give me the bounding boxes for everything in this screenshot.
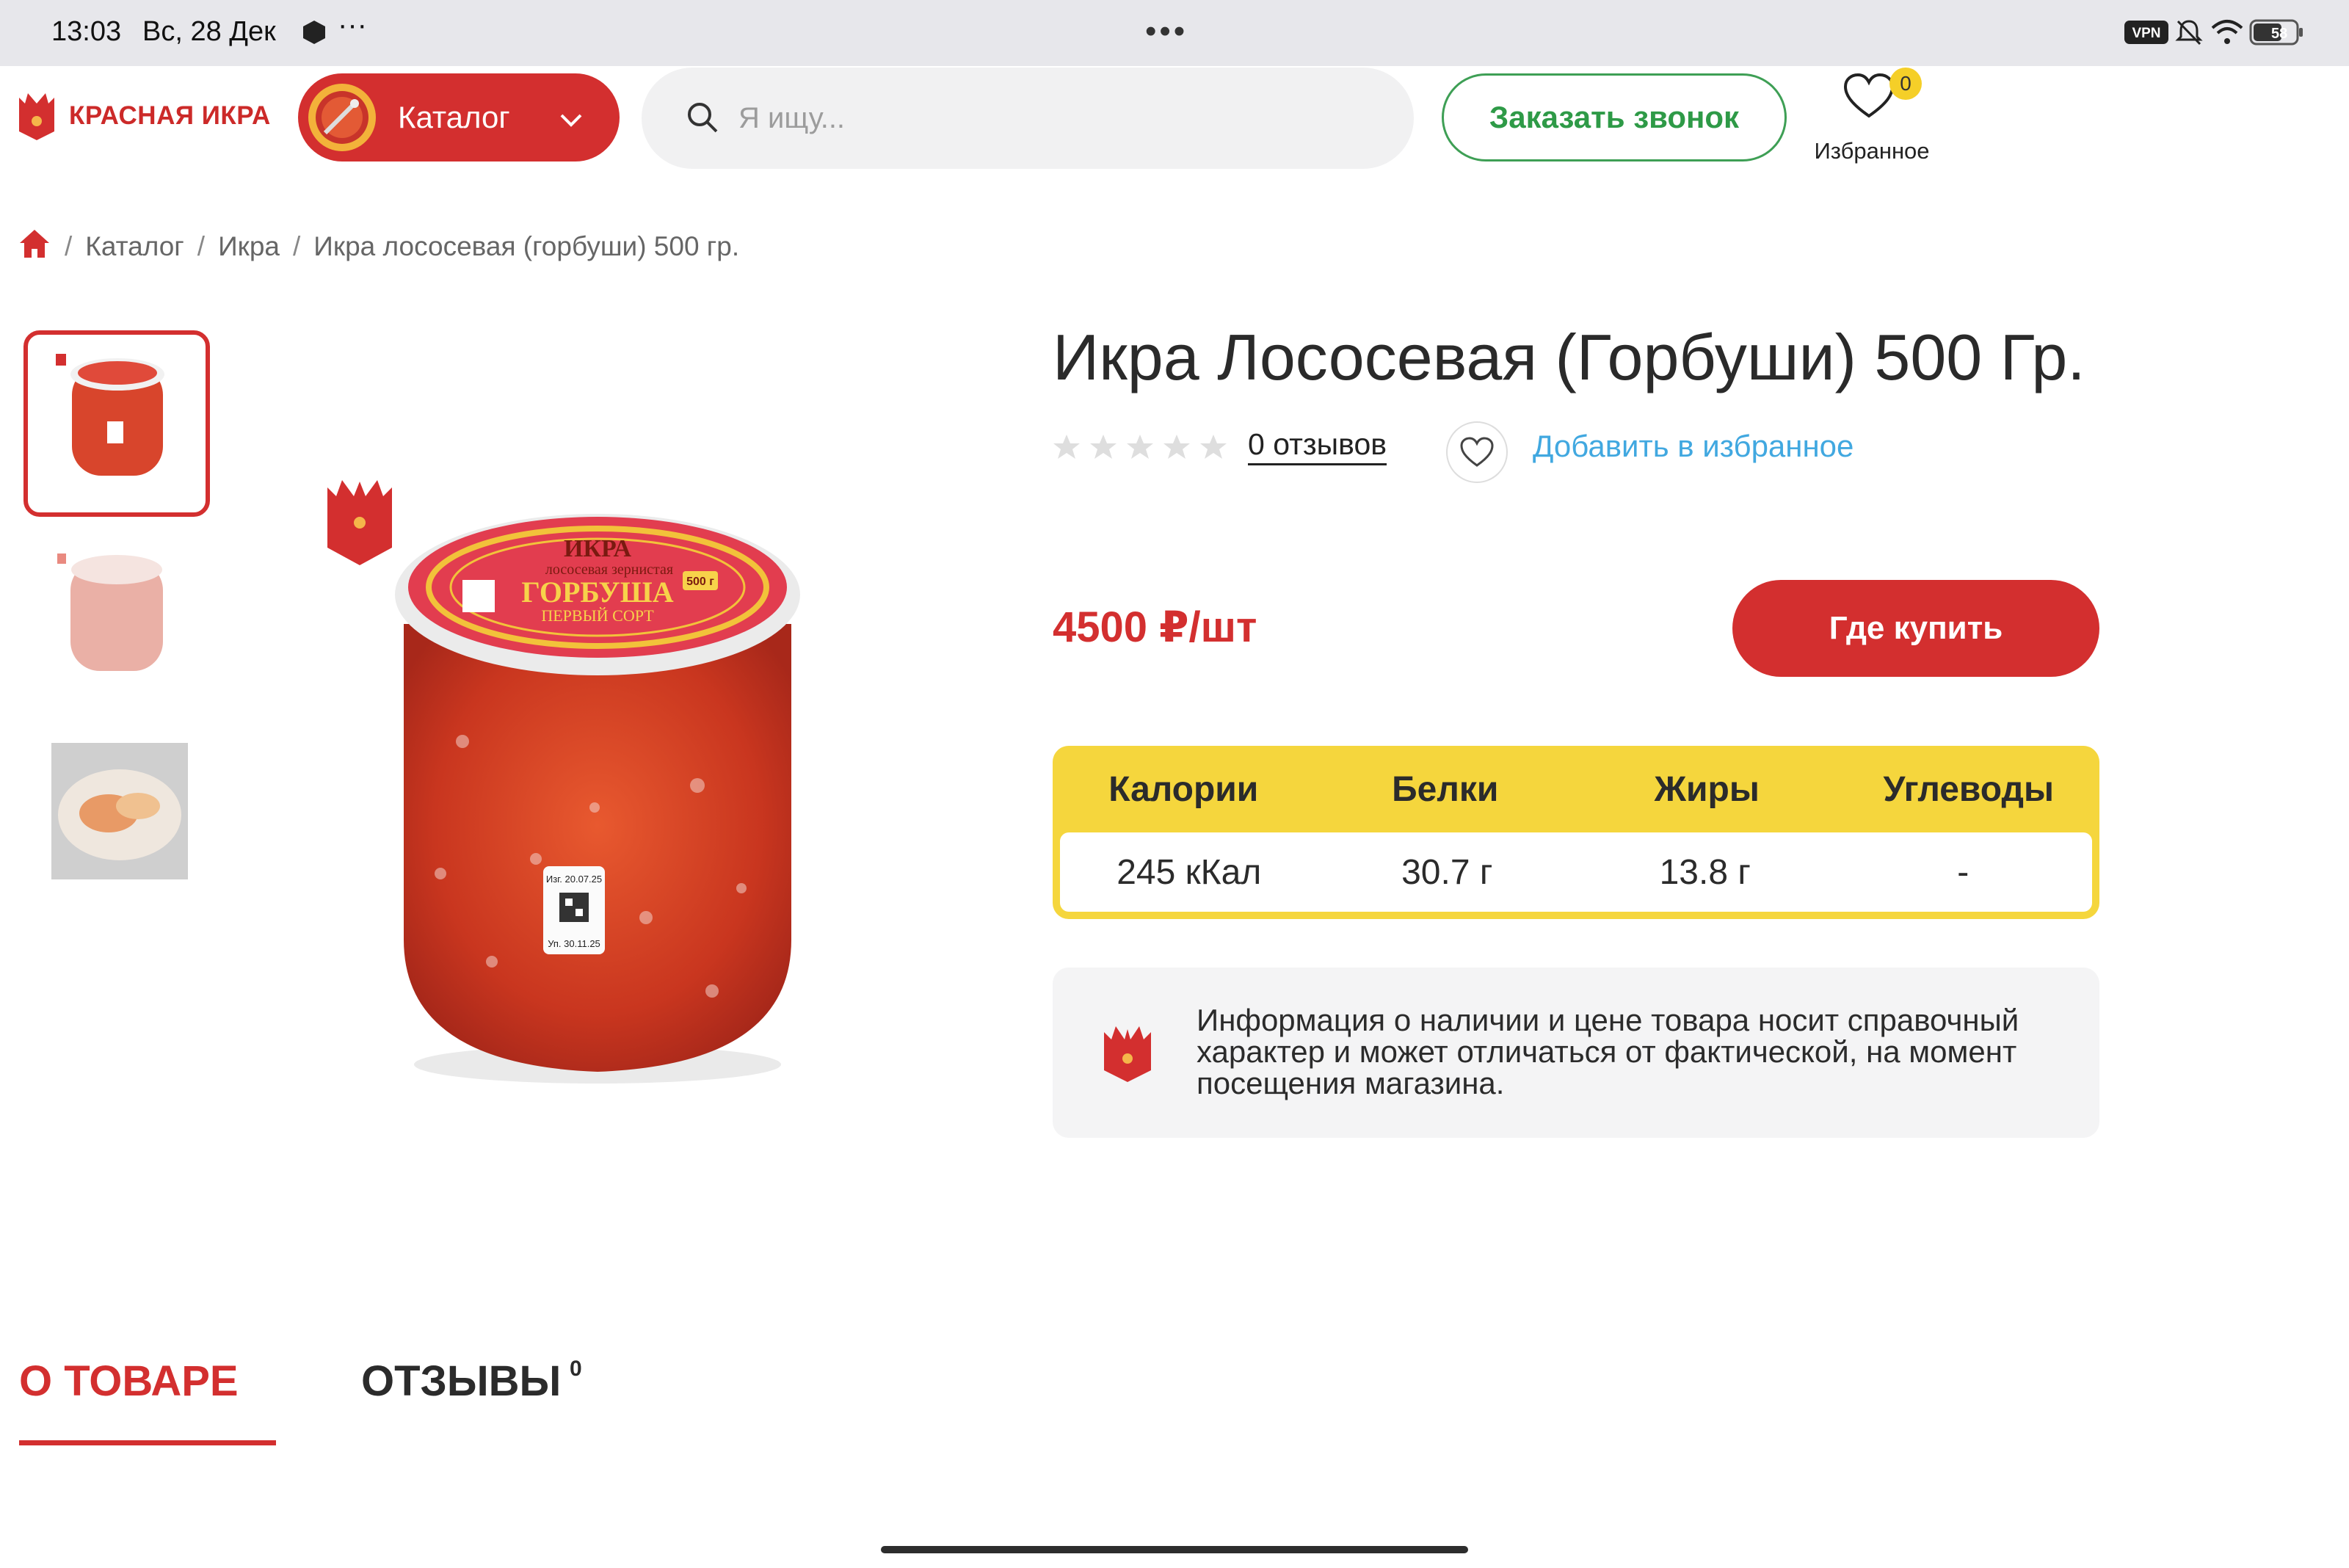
info-notice: Информация о наличии и цене товара носит… [1053,968,2099,1138]
where-to-buy-button[interactable]: Где купить [1732,580,2099,677]
nutrition-value-fats: 13.8 г [1659,852,1751,892]
nutrition-header-fats: Жиры [1654,769,1760,809]
thumbnail-1[interactable] [23,330,210,517]
caviar-jar-image: ИКРА лососевая зернистая ГОРБУША ПЕРВЫЙ … [395,514,800,1084]
svg-text:Изг. 20.07.25: Изг. 20.07.25 [546,874,602,885]
nutrition-header-row: Калории Белки Жиры Углеводы [1053,746,2099,832]
status-bar: 13:03 Вс, 28 Дек ··· ••• VPN 58 [0,0,2349,66]
heart-icon [1843,73,1895,118]
info-text: Информация о наличии и цене товара носит… [1197,1003,2019,1100]
nutrition-value-carbs: - [1957,852,1969,892]
order-call-button[interactable]: Заказать звонок [1442,73,1787,161]
nutrition-value-proteins: 30.7 г [1401,852,1493,892]
tab-active-underline [19,1440,276,1445]
logo-castle-icon [19,93,54,140]
thumbnail-3[interactable] [26,718,207,899]
site-logo[interactable]: КРАСНАЯ ИКРА [18,87,271,145]
svg-text:Уп. 30.11.25: Уп. 30.11.25 [548,938,600,949]
status-more: ··· [338,9,367,41]
breadcrumb-catalog[interactable]: Каталог [85,231,184,262]
catalog-label: Каталог [398,100,510,134]
tab-reviews[interactable]: ОТЗЫВЫ [361,1357,561,1406]
search-input[interactable] [737,101,1327,136]
status-time: 13:03 [51,16,122,47]
star-icon [1053,435,1080,459]
product-main-image[interactable]: ИКРА лососевая зернистая ГОРБУША ПЕРВЫЙ … [316,477,829,1094]
vpn-icon: VPN [2124,21,2168,48]
caviar-icon [308,84,376,151]
svg-text:VPN: VPN [2132,26,2160,41]
svg-text:ПЕРВЫЙ СОРТ: ПЕРВЫЙ СОРТ [541,606,654,625]
favorites-count-badge: 0 [1889,68,1922,100]
favorites-link[interactable]: 0 Избранное [1806,68,1938,170]
search-icon [688,103,718,133]
dish-thumbnail-image [51,743,188,879]
product-price: 4500 ₽/шт [1053,603,1257,651]
svg-text:ИКРА: ИКРА [564,535,632,562]
app-icon [301,19,327,49]
breadcrumb-current: Икра лососевая (горбуши) 500 гр. [313,231,740,261]
search-bar[interactable] [642,68,1414,169]
home-indicator[interactable] [881,1546,1468,1553]
home-icon[interactable] [18,228,51,266]
logo-text: КРАСНАЯ ИКРА [69,101,271,130]
svg-text:ГОРБУША: ГОРБУША [521,576,673,609]
jar-open-thumbnail-image [57,553,163,671]
nutrition-header-calories: Калории [1108,769,1259,809]
tab-about[interactable]: О ТОВАРЕ [19,1357,239,1406]
svg-text:500 г: 500 г [686,576,714,588]
star-rating [1053,433,1227,461]
nutrition-value-calories: 245 кКал [1117,852,1262,892]
breadcrumb-separator: / [65,231,73,261]
star-icon [1127,435,1153,459]
product-title: Икра Лососевая (Горбуши) 500 Гр. [1053,321,2085,393]
nutrition-values-row: 245 кКал 30.7 г 13.8 г - [1060,832,2092,912]
star-icon [1163,435,1190,459]
jar-thumbnail-image [56,354,164,476]
breadcrumb: / Каталог / Икра / Икра лососевая (горбу… [18,225,739,269]
star-icon [1200,435,1227,459]
heart-icon [1460,437,1494,467]
multitask-dots[interactable]: ••• [1145,13,1188,50]
svg-text:58: 58 [2271,26,2287,42]
wifi-icon [2211,19,2243,49]
breadcrumb-separator: / [197,231,206,261]
status-date: Вс, 28 Дек [142,16,276,47]
add-favorite-link[interactable]: Добавить в избранное [1533,429,1854,464]
battery-icon: 58 [2249,18,2305,51]
nutrition-header-carbs: Углеводы [1883,769,2054,809]
castle-info-icon [1104,1026,1151,1082]
breadcrumb-caviar[interactable]: Икра [218,231,280,262]
add-favorite-heart-button[interactable] [1446,421,1508,483]
thumbnail-2[interactable] [26,523,207,703]
reviews-link[interactable]: 0 отзывов [1248,427,1387,465]
tab-reviews-count: 0 [570,1357,582,1381]
nutrition-table: Калории Белки Жиры Углеводы 245 кКал 30.… [1053,746,2099,919]
nutrition-header-proteins: Белки [1392,769,1499,809]
chevron-down-icon [559,100,583,135]
star-icon [1090,435,1117,459]
favorites-label: Избранное [1814,138,1930,164]
catalog-button[interactable]: Каталог [298,73,620,161]
breadcrumb-separator: / [293,231,301,261]
bell-muted-icon [2174,18,2204,51]
